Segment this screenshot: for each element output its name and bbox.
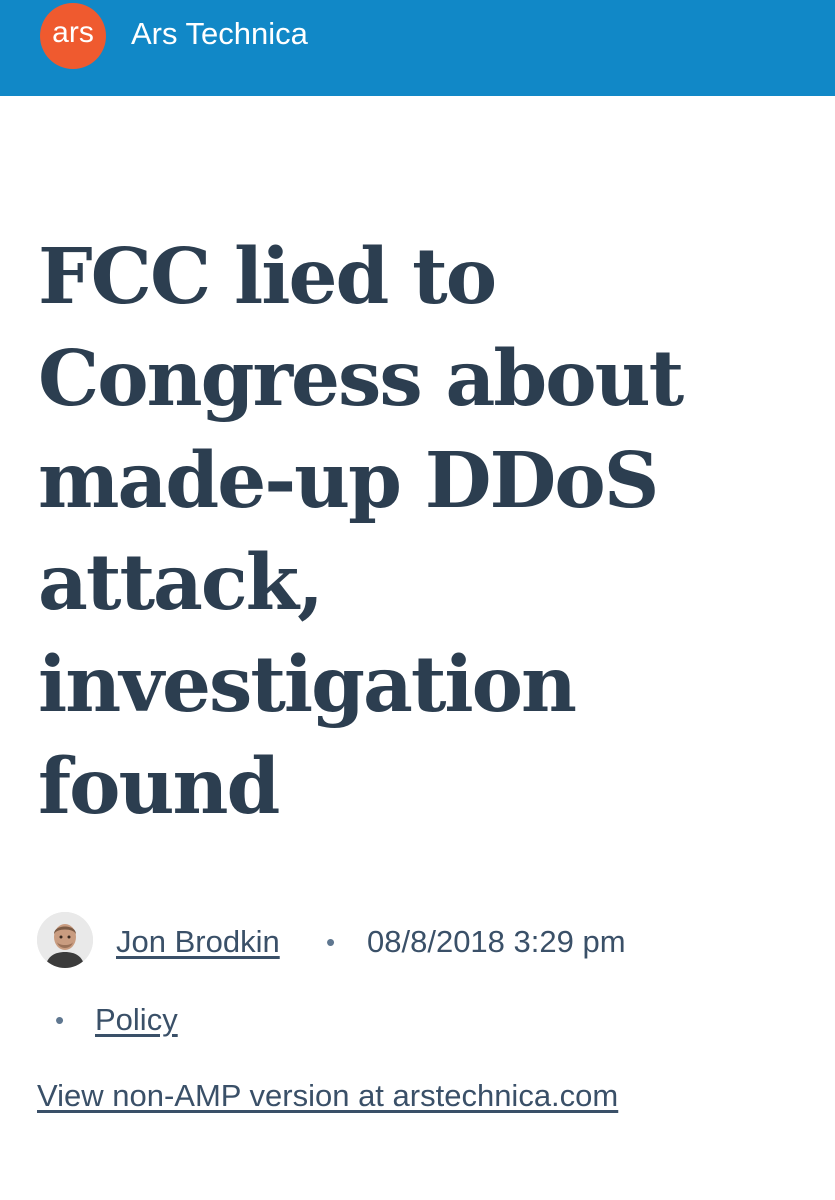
category-link-policy[interactable]: Policy xyxy=(95,1001,178,1039)
byline-separator: • xyxy=(326,927,336,957)
ars-logo[interactable]: ars xyxy=(40,3,106,69)
author-photo-icon xyxy=(37,912,93,968)
category-row: • Policy xyxy=(50,999,450,1041)
author-link[interactable]: Jon Brodkin xyxy=(116,923,280,961)
article-title: FCC lied to Congress about made-up DDoS … xyxy=(38,232,684,832)
category-separator: • xyxy=(55,1005,65,1035)
author-avatar xyxy=(37,912,93,968)
publish-date: 08/8/2018 3:29 pm xyxy=(367,924,626,959)
byline: Jon Brodkin • 08/8/2018 3:29 pm xyxy=(37,912,827,970)
top-bar: ars Ars Technica xyxy=(0,0,835,96)
site-name-link[interactable]: Ars Technica xyxy=(131,15,308,53)
non-amp-version-link[interactable]: View non-AMP version at arstechnica.com xyxy=(37,1077,618,1115)
